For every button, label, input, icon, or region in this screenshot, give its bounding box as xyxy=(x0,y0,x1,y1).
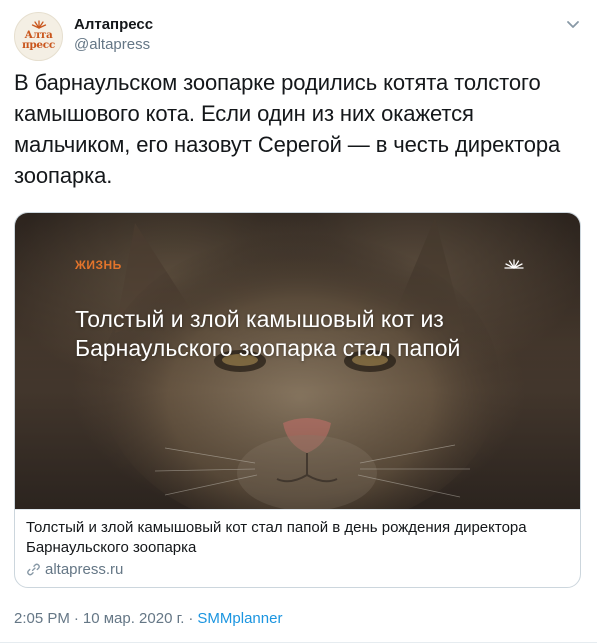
card-title[interactable]: Толстый и злой камышовый кот стал папой … xyxy=(26,518,566,558)
card-domain[interactable]: altapress.ru xyxy=(26,560,123,580)
separator-dot: · xyxy=(188,610,194,627)
sunrise-logo-icon xyxy=(504,259,524,269)
card-image[interactable]: ЖИЗНЬ Толстый и злой камышовый кот из Ба… xyxy=(15,213,580,509)
tweet-source[interactable]: SMMplanner xyxy=(197,610,282,627)
author-handle[interactable]: @altapress xyxy=(74,35,153,55)
tweet-time[interactable]: 2:05 PM xyxy=(14,610,70,627)
avatar-logo-text: Алта пресс xyxy=(15,30,62,51)
author-display-name[interactable]: Алтапресс xyxy=(74,15,153,35)
author-name-block: Алтапресс @altapress xyxy=(74,15,153,55)
tweet-date[interactable]: 10 мар. 2020 г. xyxy=(83,610,185,627)
card-domain-text: altapress.ru xyxy=(45,561,124,578)
sunrise-logo-icon xyxy=(31,20,47,29)
tweet-text: В барнаульском зоопарке родились котята … xyxy=(14,70,561,188)
link-card[interactable]: ЖИЗНЬ Толстый и злой камышовый кот из Ба… xyxy=(14,212,581,588)
chevron-down-icon[interactable] xyxy=(563,14,583,34)
tweet-header: Алта пресс Алтапресс @altapress xyxy=(14,12,583,62)
separator-dot: · xyxy=(73,610,79,627)
avatar-logo-line2: пресс xyxy=(22,39,55,51)
image-headline: Толстый и злой камышовый кот из Барнауль… xyxy=(75,306,461,361)
link-icon xyxy=(27,563,40,576)
card-info[interactable]: Толстый и злой камышовый кот стал папой … xyxy=(15,509,580,587)
tweet[interactable]: Алта пресс Алтапресс @altapress В барнау… xyxy=(0,0,597,643)
image-category-label: ЖИЗНЬ xyxy=(75,258,122,272)
avatar[interactable]: Алта пресс xyxy=(14,12,63,61)
tweet-footer: 2:05 PM · 10 мар. 2020 г. · SMMplanner xyxy=(14,609,282,629)
